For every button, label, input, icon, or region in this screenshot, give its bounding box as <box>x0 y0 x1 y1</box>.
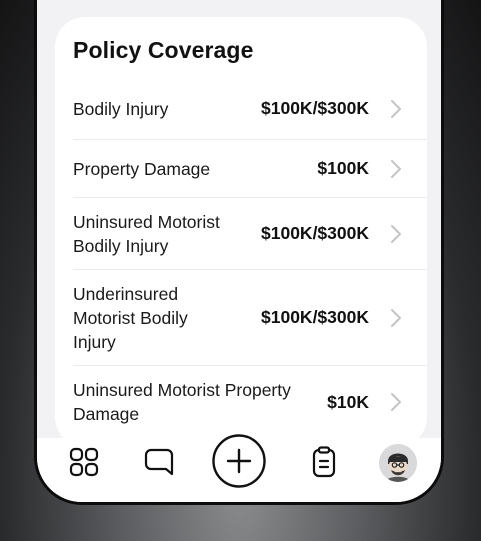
coverage-value: $100K/$300K <box>261 223 369 243</box>
chevron-right-icon <box>389 224 403 244</box>
tab-documents[interactable] <box>303 441 345 483</box>
coverage-row-property-damage[interactable]: Property Damage $100K <box>73 140 427 198</box>
phone-frame: Policy Coverage Bodily Injury $100K/$300… <box>34 0 444 505</box>
plus-circle-icon <box>212 434 266 488</box>
clipboard-icon <box>312 446 336 478</box>
avatar <box>379 444 417 482</box>
chevron-right-icon <box>389 159 403 179</box>
coverage-label: Property Damage <box>73 158 211 179</box>
coverage-value: $100K/$300K <box>261 98 369 118</box>
chevron-right-icon <box>389 392 403 412</box>
card-title: Policy Coverage <box>73 37 254 63</box>
tab-profile[interactable] <box>378 443 418 483</box>
add-button[interactable] <box>211 433 267 489</box>
coverage-row-bodily-injury[interactable]: Bodily Injury $100K/$300K <box>73 78 427 140</box>
coverage-value: $10K <box>327 391 369 412</box>
coverage-row-uninsured-motorist-bodily-injury[interactable]: Uninsured Motorist Bodily Injury $100K/$… <box>73 198 427 270</box>
coverage-row-underinsured-motorist-bodily-injury[interactable]: Underinsured Motorist Bodily Injury $100… <box>73 270 427 366</box>
chevron-right-icon <box>389 99 403 119</box>
coverage-value: $100K/$300K <box>261 307 369 327</box>
coverage-label: Underinsured Motorist Bodily Injury <box>73 283 188 352</box>
tab-dashboard[interactable] <box>63 441 105 483</box>
policy-coverage-card: Policy Coverage Bodily Injury $100K/$300… <box>55 17 427 447</box>
coverage-label: Bodily Injury <box>73 98 169 119</box>
coverage-label: Uninsured Motorist Bodily Injury <box>73 211 220 256</box>
chat-bubble-icon <box>144 448 174 476</box>
coverage-label: Uninsured Motorist Property Damage <box>73 380 291 424</box>
coverage-value: $100K <box>317 158 369 178</box>
chevron-right-icon <box>389 308 403 328</box>
grid-icon <box>69 447 99 477</box>
tab-messages[interactable] <box>138 441 180 483</box>
